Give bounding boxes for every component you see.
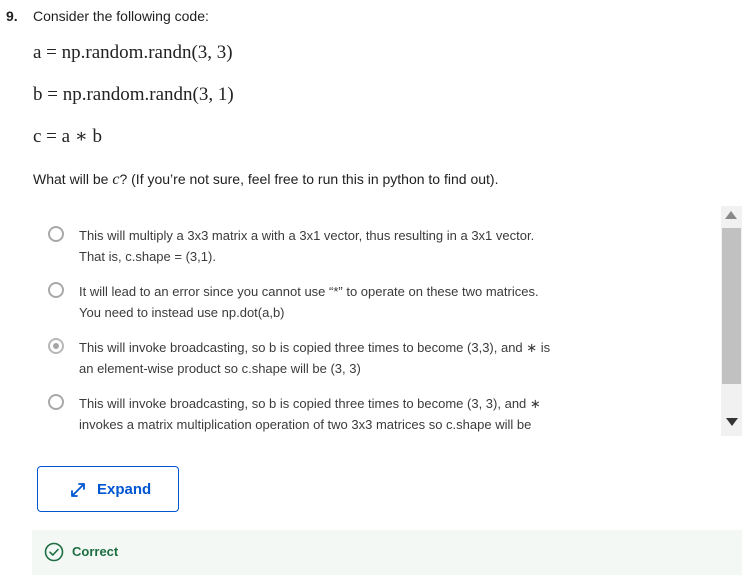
feedback-label: Correct xyxy=(72,544,119,559)
check-circle-icon xyxy=(44,542,64,562)
scroll-down-arrow-icon[interactable] xyxy=(726,418,738,426)
code-line-b: b = np.random.randn(3, 1) xyxy=(33,84,234,105)
feedback-banner: Correct xyxy=(32,530,742,575)
option-line: an element-wise product so c.shape will … xyxy=(79,361,361,376)
options-list[interactable]: This will multiply a 3x3 matrix a with a… xyxy=(33,206,737,436)
scroll-up-arrow-icon[interactable] xyxy=(725,211,737,219)
option-line: It will lead to an error since you canno… xyxy=(79,284,539,299)
subprompt-suffix: ? (If you’re not sure, feel free to run … xyxy=(119,171,499,187)
question-number: 9. xyxy=(6,8,18,24)
option-line: That is, c.shape = (3,1). xyxy=(79,249,216,264)
scrollbar-thumb[interactable] xyxy=(722,228,741,384)
radio-button[interactable] xyxy=(48,394,64,410)
option-line: This will invoke broadcasting, so b is c… xyxy=(79,396,541,411)
radio-button[interactable] xyxy=(48,226,64,242)
question-subprompt: What will be c? (If you’re not sure, fee… xyxy=(33,171,498,189)
expand-label: Expand xyxy=(97,481,152,498)
expand-arrows-icon xyxy=(71,483,85,497)
radio-button-selected[interactable] xyxy=(48,338,64,354)
options-scrollbar[interactable] xyxy=(721,206,742,436)
code-line-c: c = a ∗ b xyxy=(33,126,102,147)
option-line: This will multiply a 3x3 matrix a with a… xyxy=(79,228,535,243)
code-line-a: a = np.random.randn(3, 3) xyxy=(33,42,233,63)
subprompt-prefix: What will be xyxy=(33,171,113,187)
option-line: invokes a matrix multiplication operatio… xyxy=(79,417,532,432)
option-line: You need to instead use np.dot(a,b) xyxy=(79,305,285,320)
option-line: This will invoke broadcasting, so b is c… xyxy=(79,340,551,355)
question-prompt: Consider the following code: xyxy=(33,8,209,24)
option-text[interactable]: This will invoke broadcasting, so b is c… xyxy=(79,337,599,379)
expand-button[interactable]: Expand xyxy=(37,466,179,512)
radio-button[interactable] xyxy=(48,282,64,298)
option-text[interactable]: It will lead to an error since you canno… xyxy=(79,281,599,323)
option-text[interactable]: This will multiply a 3x3 matrix a with a… xyxy=(79,225,599,267)
option-text[interactable]: This will invoke broadcasting, so b is c… xyxy=(79,393,599,435)
